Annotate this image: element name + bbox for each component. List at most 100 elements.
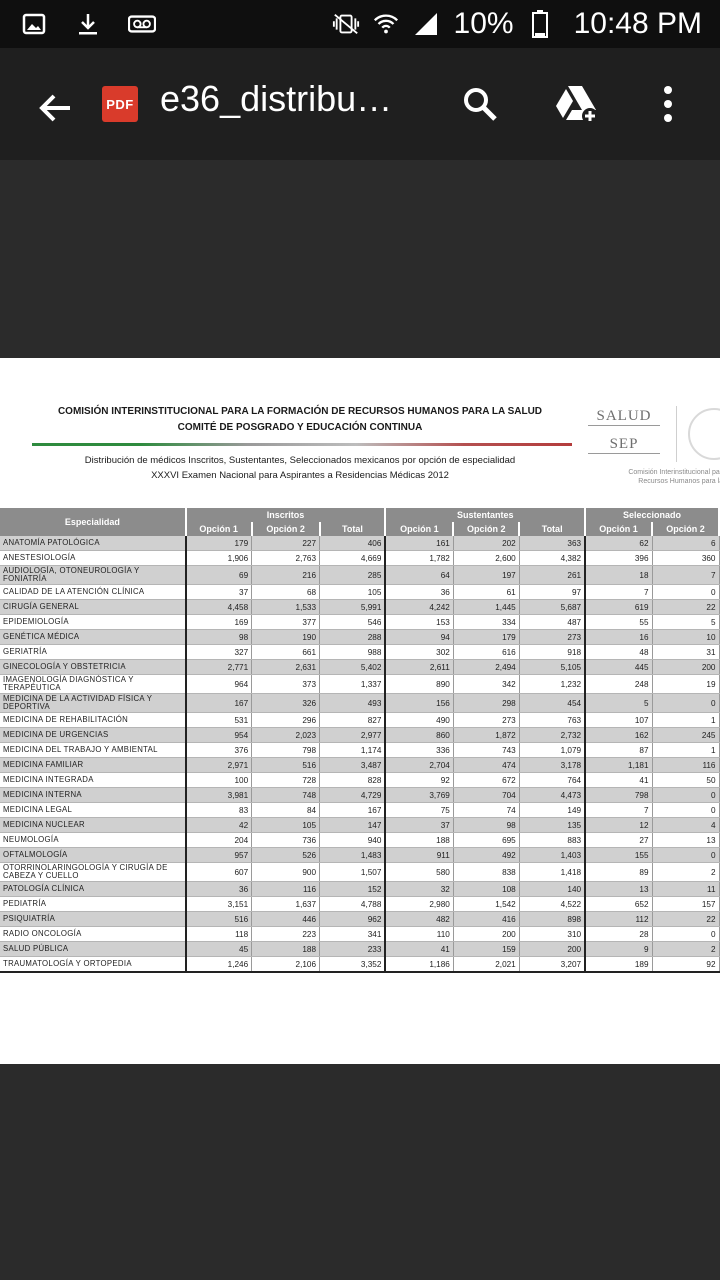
table-cell: 3,151 [185,896,253,912]
download-icon [74,10,102,38]
table-cell: 216 [251,565,321,585]
table-cell: 0 [652,584,720,600]
table-cell: 1,533 [251,599,321,615]
table-cell: 22 [652,911,720,927]
specialty-name: MEDICINA DE URGENCIAS [0,727,187,743]
table-cell: 619 [585,599,653,615]
table-cell: 416 [453,911,520,927]
table-cell: 2,023 [251,727,321,743]
table-row: MEDICINA LEGAL 83 84 167 75 74 149 7 0 [0,802,720,818]
table-cell: 5,105 [519,659,587,675]
table-cell: 98 [185,629,253,645]
table-cell: 162 [585,727,653,743]
table-cell: 860 [385,727,454,743]
table-cell: 580 [385,862,454,882]
back-arrow-icon[interactable] [34,86,78,130]
table-cell: 98 [453,817,520,833]
specialty-name: PEDIATRÍA [0,896,187,912]
table-cell: 883 [519,832,587,848]
table-cell: 36 [185,881,253,897]
table-cell: 167 [319,802,387,818]
table-cell: 74 [453,802,520,818]
table-cell: 2,704 [385,757,454,773]
table-cell: 2,763 [251,550,321,566]
table-row: GINECOLOGÍA Y OBSTETRICIA 2,771 2,631 5,402… [0,659,720,675]
table-cell: 202 [453,536,520,551]
table-cell: 7 [585,584,653,600]
table-cell: 1 [652,712,720,728]
specialty-name: AUDIOLOGÍA, OTONEUROLOGÍA Y FONIATRÍA [0,565,187,585]
table-cell: 18 [585,565,653,585]
table-cell: 153 [385,614,454,630]
table-cell: 22 [652,599,720,615]
header-line-2: COMITÉ DE POSGRADO Y EDUCACIÓN CONTINUA [177,422,423,433]
table-cell: 288 [319,629,387,645]
table-cell: 12 [585,817,653,833]
table-cell: 89 [585,862,653,882]
table-cell: 890 [385,674,454,694]
table-cell: 957 [185,847,253,863]
table-cell: 838 [453,862,520,882]
table-cell: 41 [385,941,454,957]
table-cell: 1,246 [185,956,253,973]
table-cell: 27 [585,832,653,848]
subtitle-line-2: XXXVI Examen Nacional para Aspirantes a … [151,470,449,481]
table-row: MEDICINA FAMILIAR 2,971 516 3,487 2,704 474 3,… [0,757,720,773]
table-cell: 743 [453,742,520,758]
table-cell: 4,473 [519,787,587,803]
table-cell: 3,981 [185,787,253,803]
table-row: MEDICINA DE LA ACTIVIDAD FÍSICA Y DEPORT… [0,693,720,713]
clock: 10:48 PM [573,7,702,40]
specialty-name: GENÉTICA MÉDICA [0,629,187,645]
table-cell: 105 [319,584,387,600]
table-cell: 13 [585,881,653,897]
table-body: ANATOMÍA PATOLÓGICA 179 227 406 161 202 363 62 6… [0,536,720,973]
table-cell: 62 [585,536,653,551]
specialty-name: OFTALMOLOGÍA [0,847,187,863]
logo-caption-line-1: Comisión Interinstitucional para la F [628,469,720,476]
table-cell: 341 [319,926,387,942]
table-cell: 108 [453,881,520,897]
header-total: Total [319,522,387,536]
table-cell: 2 [652,941,720,957]
table-cell: 112 [585,911,653,927]
add-to-drive-icon[interactable] [552,82,600,126]
table-cell: 159 [453,941,520,957]
search-icon[interactable] [458,82,502,126]
table-cell: 116 [652,757,720,773]
table-cell: 302 [385,644,454,660]
table-cell: 373 [251,674,321,694]
table-cell: 13 [652,832,720,848]
table-cell: 334 [453,614,520,630]
table-row: GENÉTICA MÉDICA 98 190 288 94 179 273 16 10 [0,629,720,645]
table-cell: 3,207 [519,956,587,973]
document-title: e36_distribu… [160,78,393,119]
table-cell: 110 [385,926,454,942]
table-cell: 918 [519,644,587,660]
image-icon [20,10,48,38]
table-cell: 107 [585,712,653,728]
table-cell: 1,782 [385,550,454,566]
table-cell: 5,402 [319,659,387,675]
specialty-name: ANATOMÍA PATOLÓGICA [0,536,187,551]
table-row: CALIDAD DE LA ATENCIÓN CLÍNICA 37 68 105 36 6… [0,584,720,600]
table-cell: 285 [319,565,387,585]
header-rule [32,443,572,446]
table-cell: 2,732 [519,727,587,743]
table-cell: 188 [385,832,454,848]
table-row: MEDICINA DEL TRABAJO Y AMBIENTAL 376 798 1,… [0,742,720,758]
battery-icon [526,10,554,38]
table-row: CIRUGÍA GENERAL 4,458 1,533 5,991 4,242 1,445… [0,599,720,615]
table-cell: 55 [585,614,653,630]
table-cell: 135 [519,817,587,833]
table-cell: 454 [519,693,587,713]
table-cell: 147 [319,817,387,833]
pdf-page[interactable]: COMISIÓN INTERINSTITUCIONAL PARA LA FORM… [0,358,720,1064]
table-row: ANATOMÍA PATOLÓGICA 179 227 406 161 202 363 62 6 [0,536,720,551]
specialty-name: GINECOLOGÍA Y OBSTETRICIA [0,659,187,675]
table-cell: 798 [585,787,653,803]
table-cell: 1,174 [319,742,387,758]
table-cell: 1,507 [319,862,387,882]
table-cell: 2,021 [453,956,520,973]
more-options-icon[interactable] [650,80,686,128]
